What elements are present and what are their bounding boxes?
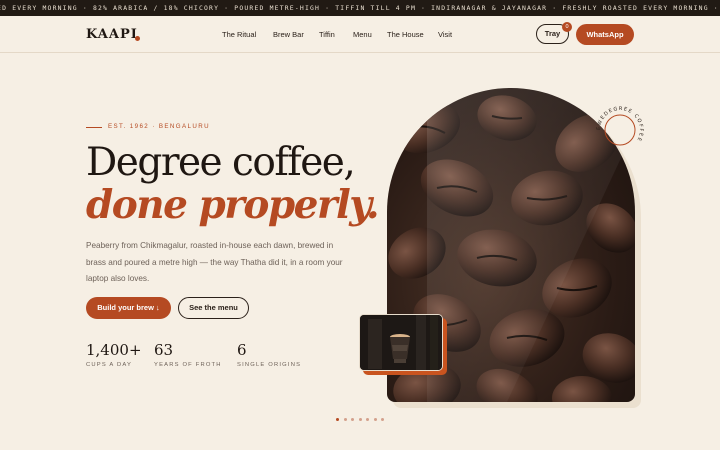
top-navigation: KAAPI The Ritual Brew Bar Tiffin Menu Th… bbox=[0, 16, 720, 53]
stat-origins-value: 6 bbox=[237, 341, 247, 359]
hero-title-line1: Degree coffee, bbox=[86, 140, 356, 185]
stat-origins-label: SINGLE ORIGINS bbox=[237, 362, 302, 368]
nav-link-tiffin[interactable]: Tiffin bbox=[319, 30, 335, 39]
carousel-dot[interactable] bbox=[336, 418, 339, 421]
hero-title-line2: done properly. bbox=[86, 182, 380, 228]
stat-cups-label: CUPS A DAY bbox=[86, 362, 133, 368]
nav-link-visit[interactable]: Visit bbox=[438, 30, 452, 39]
whatsapp-button[interactable]: WhatsApp bbox=[576, 24, 634, 45]
carousel-dot[interactable] bbox=[381, 418, 384, 421]
stat-years-value: 63 bbox=[154, 341, 174, 359]
hero-description: Peaberry from Chikmagalur, roasted in-ho… bbox=[86, 241, 343, 283]
nav-link-the-ritual[interactable]: The Ritual bbox=[222, 30, 256, 39]
nav-link-menu[interactable]: Menu bbox=[353, 30, 372, 39]
svg-text:EWEDEGREE COFFEE: EWEDEGREE COFFEE bbox=[596, 106, 644, 143]
badge-text: EWEDEGREE COFFEE bbox=[596, 106, 643, 143]
hero-eyebrow: EST. 1962 · BENGALURU bbox=[108, 123, 210, 130]
build-your-brew-button[interactable]: Build your brew ↓ bbox=[86, 297, 171, 319]
stat-cups-value: 1,400+ bbox=[86, 341, 142, 359]
see-the-menu-button[interactable]: See the menu bbox=[178, 297, 249, 319]
carousel-dot[interactable] bbox=[366, 418, 369, 421]
degree-coffee-badge: EWEDEGREE COFFEE bbox=[594, 104, 646, 156]
announcement-ticker: TED EVERY MORNING · 82% ARABICA / 18% CH… bbox=[0, 0, 720, 16]
carousel-dots bbox=[336, 418, 386, 422]
ticker-text: TED EVERY MORNING · 82% ARABICA / 18% CH… bbox=[0, 4, 720, 12]
nav-link-brew-bar[interactable]: Brew Bar bbox=[273, 30, 304, 39]
carousel-dot[interactable] bbox=[343, 418, 347, 421]
tray-count-badge: 0 bbox=[562, 22, 572, 32]
nav-link-the-house[interactable]: The House bbox=[387, 30, 424, 39]
carousel-dot[interactable] bbox=[358, 418, 362, 421]
carousel-dot[interactable] bbox=[373, 418, 377, 421]
coffee-cup-thumbnail[interactable] bbox=[359, 314, 443, 371]
eyebrow-rule bbox=[86, 127, 102, 128]
carousel-dot[interactable] bbox=[351, 418, 354, 421]
stat-years-label: YEARS OF FROTH bbox=[154, 362, 222, 368]
